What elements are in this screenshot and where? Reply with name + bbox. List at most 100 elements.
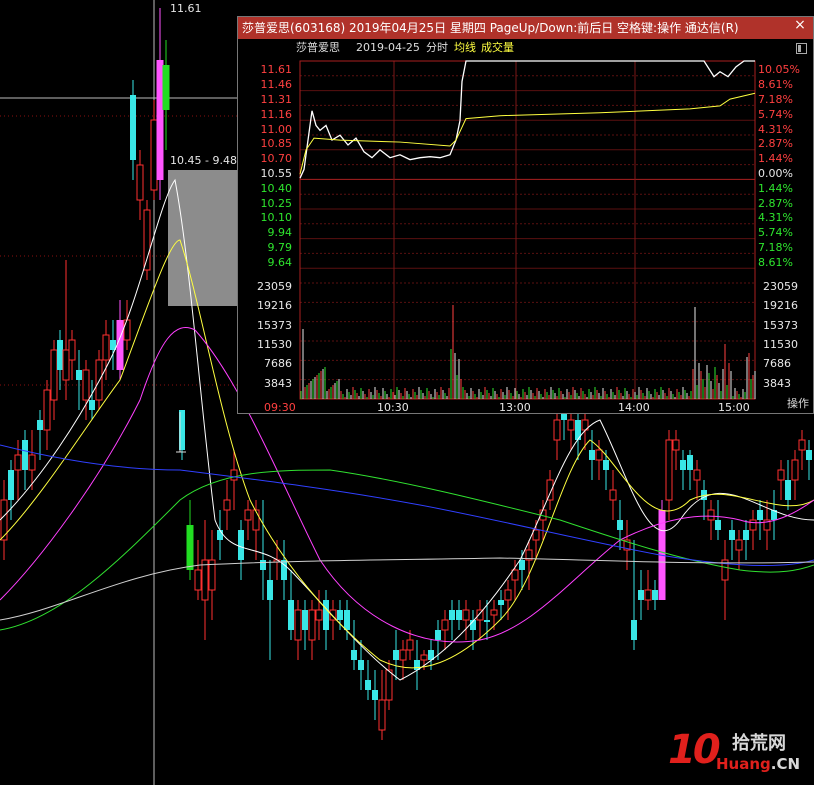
candle — [162, 40, 170, 150]
candle — [130, 80, 136, 180]
candle-body — [351, 650, 357, 660]
candle — [476, 600, 484, 640]
moving-average-line — [0, 469, 814, 631]
price-axis-label: 10.70 — [260, 152, 293, 166]
watermark-logo: 10 拾荒网 Huang.CN — [660, 727, 810, 779]
candle-body — [358, 660, 364, 670]
percent-axis-label: 7.18% — [758, 93, 793, 106]
candle-body — [217, 530, 223, 540]
percent-axis-label: 4.31% — [758, 211, 793, 225]
candle-body — [532, 529, 540, 541]
volume-axis-label-right: 19216 — [763, 299, 798, 313]
candle — [721, 540, 729, 620]
candle-body — [337, 610, 343, 620]
candle-body — [136, 164, 144, 201]
candle-body — [201, 559, 209, 601]
candle — [743, 520, 749, 560]
percent-axis-label: 5.74% — [758, 107, 793, 121]
candle-body — [223, 499, 231, 511]
candle — [238, 520, 244, 580]
candle-body — [43, 389, 51, 431]
intraday-popup-window[interactable]: 莎普爱思(603168) 2019年04月25日 星期四 PageUp/Down… — [237, 16, 814, 414]
candle — [95, 350, 103, 410]
moving-average-line — [0, 557, 814, 621]
candle — [715, 500, 721, 540]
candle — [617, 500, 623, 550]
candle-body — [76, 370, 82, 380]
candle-body — [484, 620, 490, 622]
percent-axis-label: 8.61% — [758, 78, 793, 92]
candle-body — [785, 480, 791, 500]
candle — [539, 500, 547, 540]
time-axis-label: 10:30 — [377, 401, 409, 414]
candle — [665, 430, 673, 520]
candle — [267, 560, 273, 660]
candle-body — [449, 610, 455, 620]
candle-body — [238, 530, 244, 560]
candle-body — [798, 439, 806, 451]
candle — [623, 520, 631, 570]
candle — [315, 590, 323, 640]
candle-body — [498, 600, 504, 605]
price-axis-label: 9.64 — [267, 255, 293, 269]
percent-axis-label: 2.87% — [758, 196, 793, 210]
price-axis-label: 9.94 — [267, 226, 293, 240]
volume-axis-label-right: 15373 — [763, 318, 798, 332]
candle — [260, 500, 266, 600]
price-axis-label: 10.10 — [260, 211, 293, 225]
candle-body — [8, 470, 14, 500]
candle — [567, 410, 575, 450]
candle-body — [393, 650, 399, 660]
candle — [116, 300, 124, 380]
candle — [344, 600, 350, 640]
candle — [43, 380, 51, 450]
percent-axis-label: 1.44% — [758, 181, 793, 195]
operate-button[interactable]: 操作 — [787, 395, 809, 411]
candle-body — [693, 469, 701, 481]
candle — [37, 410, 43, 460]
candle — [393, 630, 399, 680]
volume-axis-label-right: 3843 — [763, 376, 791, 390]
candle-body — [62, 349, 70, 381]
percent-axis-label: 1.44% — [758, 152, 793, 166]
range-label: 10.45 - 9.48 — [170, 154, 237, 167]
candle-body — [729, 530, 735, 540]
candle-body — [50, 349, 58, 401]
volume-axis-label: 19216 — [257, 299, 292, 313]
candle-body — [504, 589, 512, 601]
candle — [308, 600, 316, 660]
candle-body — [749, 519, 757, 531]
candle — [156, 8, 164, 200]
candle-body — [687, 455, 693, 470]
candle — [644, 570, 652, 610]
price-axis-label: 11.00 — [260, 122, 293, 136]
candle-body — [672, 439, 680, 451]
watermark-url-main: Huang — [716, 755, 771, 773]
candle-body — [441, 619, 449, 631]
candle — [652, 580, 658, 610]
volume-axis-label: 7686 — [264, 357, 292, 371]
candle-body — [315, 609, 323, 621]
candle — [50, 340, 58, 420]
candle — [217, 510, 223, 560]
candle-body — [420, 654, 428, 661]
candle-body — [631, 620, 637, 640]
candle — [631, 540, 637, 650]
percent-axis-label: 10.05% — [758, 63, 800, 77]
range-box — [168, 170, 238, 306]
candle — [194, 540, 202, 600]
candle — [76, 350, 82, 410]
percent-axis-label: 8.61% — [758, 255, 793, 269]
candle — [323, 590, 329, 650]
candle — [791, 450, 799, 500]
candle — [294, 600, 302, 660]
candle — [22, 430, 28, 490]
candle-body — [791, 459, 799, 481]
candle — [546, 470, 554, 510]
intraday-chart[interactable] — [238, 17, 814, 415]
candle-body — [57, 340, 63, 370]
candle — [525, 540, 533, 590]
candle-body — [288, 600, 294, 630]
candle — [385, 660, 393, 710]
candle — [707, 500, 715, 540]
